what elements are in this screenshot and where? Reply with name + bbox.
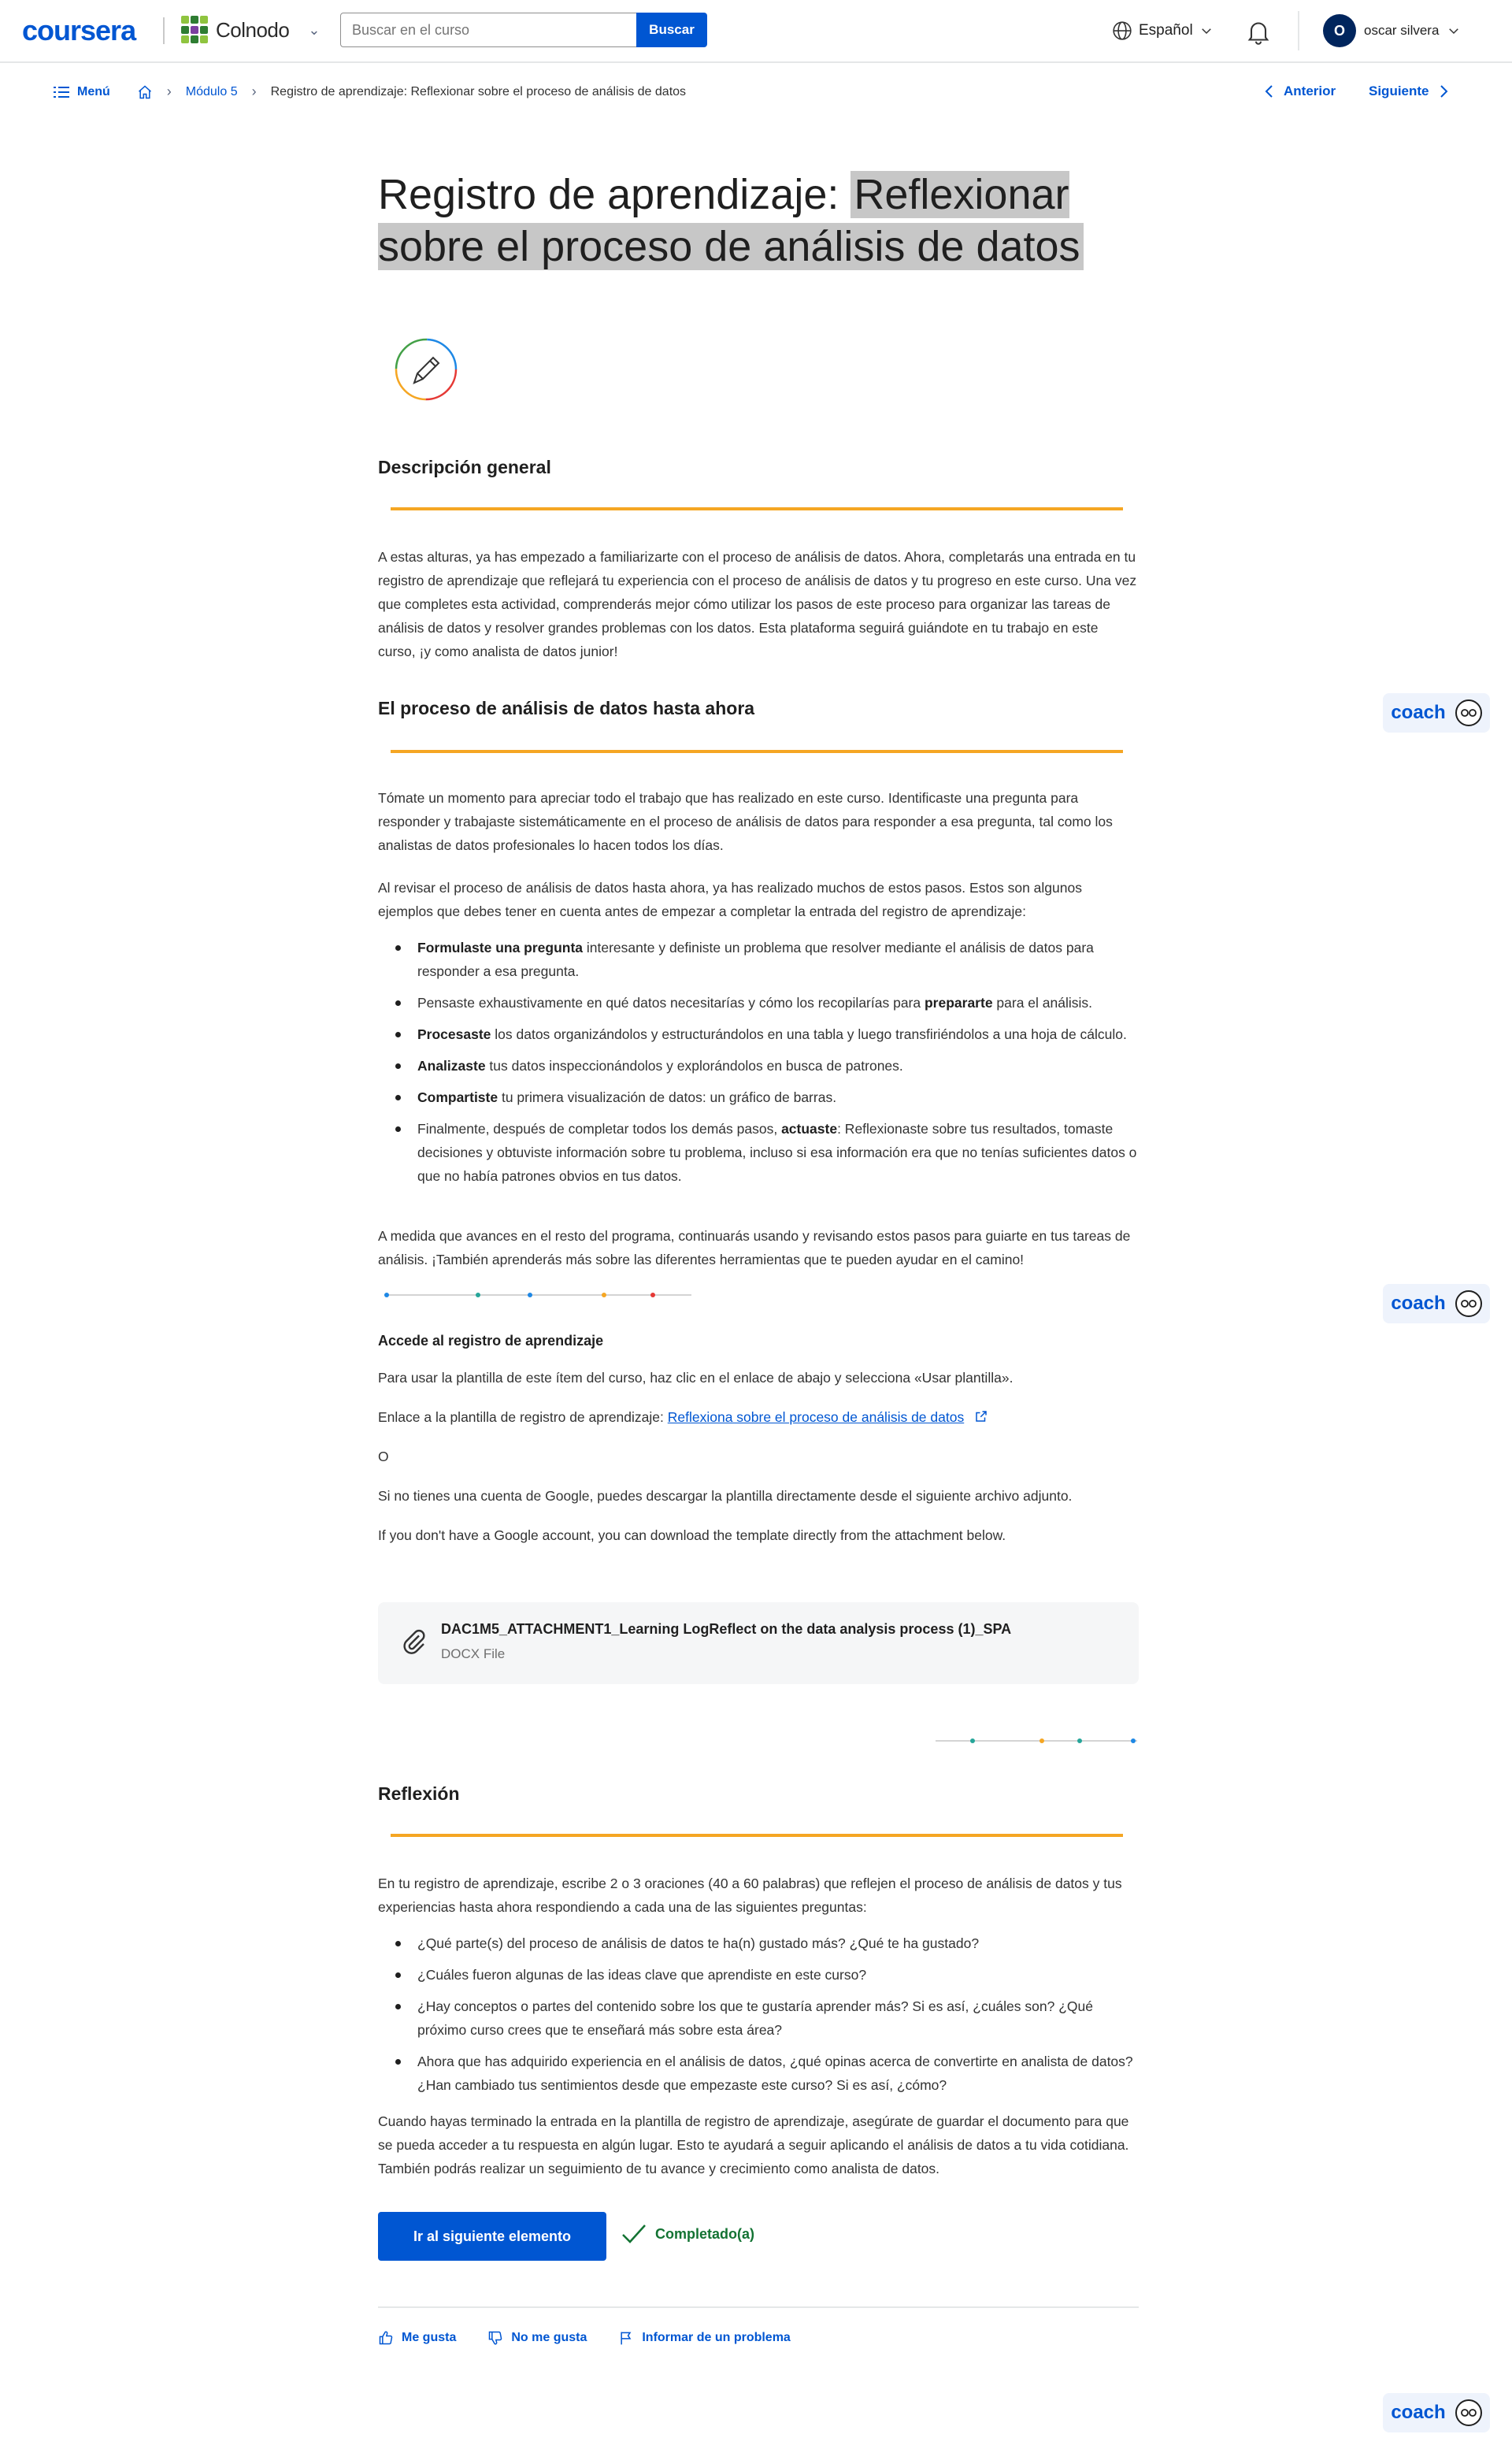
list-item: ¿Qué parte(s) del proceso de análisis de… (378, 1931, 1139, 1955)
language-selector[interactable]: Español (1112, 20, 1214, 41)
chevron-right-icon: › (166, 83, 172, 99)
section-divider (391, 507, 1123, 510)
coach-icon (1455, 1290, 1482, 1317)
feedback-bar: Me gusta No me gusta Informar de un prob… (378, 2330, 791, 2346)
attachment-name: DAC1M5_ATTACHMENT1_Learning LogReflect o… (441, 1621, 1012, 1637)
access-paragraph-1: Para usar la plantilla de este ítem del … (378, 1370, 1014, 1386)
or-text: O (378, 1449, 389, 1464)
coach-button[interactable]: coach (1383, 2393, 1490, 2432)
like-button[interactable]: Me gusta (378, 2330, 456, 2346)
decorative-dot-divider (936, 1736, 1140, 1746)
top-navigation-bar: coursera Colnodo ⌄ Buscar Español O osca… (0, 0, 1512, 63)
checkmark-icon (622, 2225, 646, 2243)
list-item: Procesaste los datos organizándolos y es… (378, 1022, 1139, 1046)
list-item: ¿Cuáles fueron algunas de las ideas clav… (378, 1963, 1139, 1987)
partner-name: Colnodo (216, 17, 290, 42)
list-item: Compartiste tu primera visualización de … (378, 1085, 1139, 1109)
coach-label: coach (1391, 2402, 1446, 2423)
external-link-icon (976, 1411, 987, 1422)
next-label: Siguiente (1369, 83, 1429, 98)
header-divider (1298, 11, 1299, 50)
list-item: Ahora que has adquirido experiencia en e… (378, 2050, 1139, 2097)
pencil-icon (395, 338, 458, 401)
template-link[interactable]: Reflexiona sobre el proceso de análisis … (668, 1409, 964, 1425)
search-input[interactable] (340, 13, 639, 47)
language-label: Español (1139, 22, 1193, 39)
access-paragraph-2: Enlace a la plantilla de registro de apr… (378, 1405, 1139, 1429)
list-item: Formulaste una pregunta interesante y de… (378, 936, 1139, 983)
report-problem-button[interactable]: Informar de un problema (618, 2330, 791, 2346)
list-item: Finalmente, después de completar todos l… (378, 1117, 1139, 1188)
list-item: ¿Hay conceptos o partes del contenido so… (378, 1994, 1139, 2042)
access-paragraph-4: If you don't have a Google account, you … (378, 1527, 1006, 1543)
coach-icon (1455, 2399, 1482, 2426)
logo-divider (163, 17, 165, 44)
reflection-heading: Reflexión (378, 1783, 460, 1804)
user-menu[interactable]: O oscar silvera (1323, 14, 1461, 47)
breadcrumb: Menú › Módulo 5 › Registro de aprendizaj… (54, 83, 686, 100)
access-heading: Accede al registro de aprendizaje (378, 1333, 604, 1349)
process-paragraph-3: A medida que avances en el resto del pro… (378, 1228, 1131, 1267)
coach-label: coach (1391, 702, 1446, 723)
section-divider (391, 750, 1123, 753)
decorative-dot-divider (384, 1290, 691, 1300)
process-steps-list: Formulaste una pregunta interesante y de… (378, 936, 1139, 1196)
user-name: oscar silvera (1364, 23, 1440, 38)
reflection-closing: Cuando hayas terminado la entrada en la … (378, 2113, 1129, 2176)
avatar: O (1323, 14, 1356, 47)
chevron-down-icon: ⌄ (308, 21, 321, 38)
globe-icon (1113, 21, 1132, 40)
coach-button[interactable]: coach (1383, 693, 1490, 733)
list-item: Analizaste tus datos inspeccionándolos y… (378, 1054, 1139, 1078)
coach-icon (1455, 699, 1482, 726)
chevron-right-icon: › (251, 83, 257, 99)
menu-label: Menú (77, 84, 110, 98)
chevron-down-icon (1449, 28, 1459, 35)
chevron-left-icon (1265, 85, 1273, 98)
process-paragraph-2: Al revisar el proceso de análisis de dat… (378, 880, 1082, 919)
overview-text: A estas alturas, ya has empezado a famil… (378, 549, 1137, 659)
list-item: Pensaste exhaustivamente en qué datos ne… (378, 991, 1139, 1015)
colnodo-logo-icon (181, 16, 209, 44)
footer-divider (378, 2306, 1139, 2308)
process-paragraph-1: Tómate un momento para apreciar todo el … (378, 790, 1113, 853)
home-icon[interactable] (137, 84, 153, 100)
attachment-card[interactable]: DAC1M5_ATTACHMENT1_Learning LogReflect o… (378, 1602, 1139, 1684)
access-paragraph-3: Si no tienes una cuenta de Google, puede… (378, 1488, 1073, 1504)
bell-icon[interactable] (1244, 17, 1273, 46)
partner-selector[interactable]: Colnodo ⌄ (181, 16, 320, 44)
search-button[interactable]: Buscar (636, 13, 707, 47)
go-to-next-item-button[interactable]: Ir al siguiente elemento (378, 2212, 606, 2261)
thumbs-down-icon (489, 2331, 502, 2345)
process-heading: El proceso de análisis de datos hasta ah… (378, 698, 755, 718)
previous-label: Anterior (1284, 83, 1336, 98)
reflection-questions-list: ¿Qué parte(s) del proceso de análisis de… (378, 1931, 1139, 2105)
completed-label: Completado(a) (655, 2225, 754, 2242)
flag-icon (621, 2332, 632, 2345)
breadcrumb-current: Registro de aprendizaje: Reflexionar sob… (270, 84, 687, 98)
paperclip-icon (403, 1630, 425, 1654)
chevron-down-icon (1201, 28, 1211, 35)
reflection-intro: En tu registro de aprendizaje, escribe 2… (378, 1876, 1122, 1915)
coach-button[interactable]: coach (1383, 1284, 1490, 1323)
page-title-part-a: Registro de aprendizaje: (378, 171, 851, 218)
next-item-link[interactable]: Siguiente (1369, 83, 1450, 99)
attachment-type: DOCX File (441, 1646, 506, 1661)
page-title: Registro de aprendizaje: Reflexionar sob… (378, 169, 1150, 273)
overview-heading: Descripción general (378, 457, 551, 477)
section-divider (391, 1834, 1123, 1837)
chevron-right-icon (1440, 85, 1447, 98)
coursera-logo[interactable]: coursera (22, 14, 136, 47)
dislike-button[interactable]: No me gusta (487, 2330, 587, 2346)
coach-label: coach (1391, 1293, 1446, 1314)
menu-toggle[interactable]: Menú (54, 85, 110, 99)
menu-list-icon (54, 86, 69, 98)
previous-item-link[interactable]: Anterior (1263, 83, 1336, 99)
breadcrumb-module-link[interactable]: Módulo 5 (186, 85, 238, 99)
thumbs-up-icon (379, 2331, 393, 2345)
completed-status: Completado(a) (621, 2223, 754, 2245)
